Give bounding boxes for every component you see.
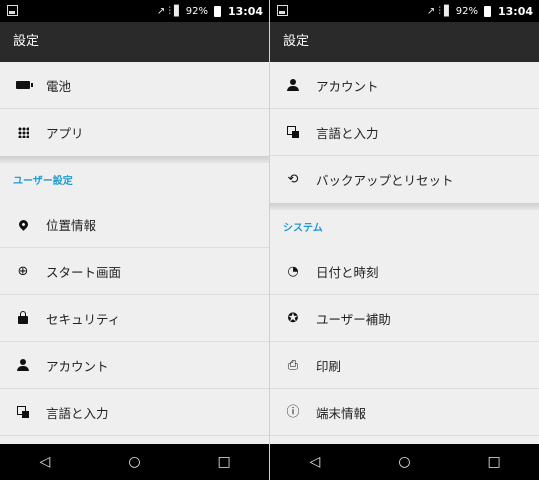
section-divider — [0, 156, 269, 163]
settings-list: 電池 アプリ ユーザー設定 位置情報 ⊕ スタート画面 セキュリティ アカウント… — [0, 62, 269, 436]
battery-icon — [0, 81, 46, 89]
battery-percent: 92% — [455, 5, 478, 17]
apps-icon — [0, 127, 46, 138]
settings-item-label: 日付と時刻 — [316, 264, 379, 280]
start-screen-icon: ⊕ — [17, 263, 29, 279]
print-icon: ⎙ — [287, 357, 299, 373]
settings-item-account[interactable]: アカウント — [0, 342, 269, 389]
battery-percent: 92% — [185, 5, 208, 17]
back-button[interactable]: ◁ — [300, 454, 330, 470]
navigation-bar: ◁ ○ □ — [0, 444, 269, 480]
settings-item-label: 印刷 — [316, 358, 342, 374]
image-notification-icon — [277, 5, 288, 16]
settings-item-label: アプリ — [46, 126, 84, 141]
settings-item-label: アカウント — [46, 358, 109, 374]
clock: 13:04 — [497, 4, 533, 18]
settings-item-language[interactable]: 言語と入力 — [0, 389, 269, 436]
settings-item-location[interactable]: 位置情報 — [0, 201, 269, 248]
battery-status-icon — [213, 5, 221, 17]
date-time-icon: ◔ — [287, 263, 299, 279]
account-icon — [270, 79, 316, 91]
settings-item-label: セキュリティ — [46, 311, 121, 327]
language-icon — [270, 126, 316, 138]
settings-item-label: 電池 — [46, 78, 72, 94]
settings-item-label: スタート画面 — [46, 264, 122, 280]
image-notification-icon — [7, 5, 18, 16]
settings-item-security[interactable]: セキュリティ — [0, 295, 269, 342]
recents-button[interactable]: □ — [479, 454, 509, 470]
lock-icon — [0, 311, 46, 324]
settings-item-label: 端末情報 — [316, 405, 367, 421]
status-bar: ↗ ⫶ ▋ 92% 13:04 — [0, 0, 269, 22]
status-icons: ↗ ⫶ ▋ 92% 13:04 — [157, 0, 263, 22]
page-title: 設定 — [0, 22, 269, 62]
signal-icon: ↗ ⫶ ▋ — [426, 5, 452, 17]
navigation-bar: ◁ ○ □ — [270, 444, 539, 480]
settings-list: アカウント 言語と入力 ⟲ バックアップとリセット システム ◔ 日付と時刻 ✪… — [270, 62, 539, 436]
settings-item-label: 言語と入力 — [316, 125, 379, 141]
accessibility-icon: ✪ — [287, 310, 299, 326]
status-icons: ↗ ⫶ ▋ 92% 13:04 — [427, 0, 533, 22]
signal-icon: ↗ ⫶ ▋ — [156, 5, 182, 17]
settings-item-label: 位置情報 — [46, 217, 97, 233]
settings-item-label: 言語と入力 — [46, 405, 109, 421]
section-divider — [270, 203, 539, 210]
page-title: 設定 — [270, 22, 539, 62]
recents-button[interactable]: □ — [209, 454, 239, 470]
backup-icon: ⟲ — [287, 172, 299, 187]
settings-item-apps[interactable]: アプリ — [0, 109, 269, 156]
settings-item-accessibility[interactable]: ✪ ユーザー補助 — [270, 295, 539, 342]
settings-screen-left: ↗ ⫶ ▋ 92% 13:04 設定 電池 アプリ ユーザー設定 位置情報 ⊕ … — [0, 0, 269, 480]
back-button[interactable]: ◁ — [30, 454, 60, 470]
settings-item-backup-reset[interactable]: ⟲ バックアップとリセット — [270, 156, 539, 203]
section-header: ユーザー設定 — [0, 163, 269, 201]
settings-screen-right: ↗ ⫶ ▋ 92% 13:04 設定 アカウント 言語と入力 ⟲ バックアップと… — [270, 0, 539, 480]
settings-item-date-time[interactable]: ◔ 日付と時刻 — [270, 248, 539, 295]
settings-item-label: バックアップとリセット — [316, 173, 454, 188]
settings-item-label: ユーザー補助 — [316, 311, 391, 327]
clock: 13:04 — [227, 4, 263, 18]
settings-item-language[interactable]: 言語と入力 — [270, 109, 539, 156]
settings-item-label: アカウント — [316, 78, 379, 94]
battery-status-icon — [483, 5, 491, 17]
location-icon — [0, 217, 46, 231]
section-header: システム — [270, 210, 539, 248]
home-button[interactable]: ○ — [389, 454, 419, 470]
settings-item-battery[interactable]: 電池 — [0, 62, 269, 109]
settings-item-account[interactable]: アカウント — [270, 62, 539, 109]
settings-item-print[interactable]: ⎙ 印刷 — [270, 342, 539, 389]
settings-item-device-info[interactable]: ⓘ 端末情報 — [270, 389, 539, 436]
info-icon: ⓘ — [286, 404, 300, 420]
settings-item-start-screen[interactable]: ⊕ スタート画面 — [0, 248, 269, 295]
home-button[interactable]: ○ — [119, 454, 149, 470]
account-icon — [0, 359, 46, 371]
status-bar: ↗ ⫶ ▋ 92% 13:04 — [270, 0, 539, 22]
language-icon — [0, 406, 46, 418]
